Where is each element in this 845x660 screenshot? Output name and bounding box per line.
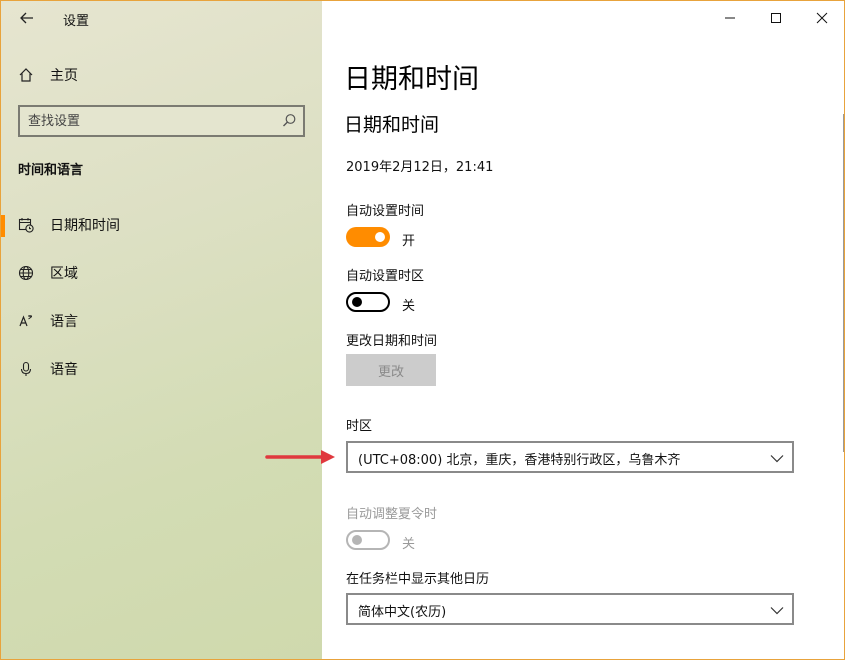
sidebar-item-language[interactable]: 语言 [1, 301, 322, 341]
home-icon [17, 66, 35, 84]
maximize-button[interactable] [761, 5, 791, 31]
auto-time-state: 开 [402, 234, 416, 249]
sidebar-item-datetime[interactable]: 日期和时间 [1, 205, 322, 245]
change-datetime-label: 更改日期和时间 [346, 334, 438, 349]
sidebar-item-label: 语言 [50, 314, 78, 330]
timezone-select[interactable]: (UTC+08:00) 北京，重庆，香港特别行政区，乌鲁木齐 [346, 441, 794, 473]
back-button[interactable] [13, 7, 41, 29]
search-input[interactable] [28, 112, 273, 130]
globe-icon [17, 264, 35, 282]
maximize-icon [771, 13, 781, 23]
dst-toggle[interactable] [346, 530, 390, 550]
chevron-down-icon [770, 607, 784, 615]
calendar-clock-icon [17, 216, 35, 234]
dst-label: 自动调整夏令时 [346, 507, 438, 522]
dst-state: 关 [402, 537, 416, 552]
app-title: 设置 [63, 14, 90, 29]
main-content: 日期和时间 日期和时间 2019年2月12日，21:41 自动设置时间 开 自动… [322, 1, 844, 659]
calendar-label: 在任务栏中显示其他日历 [346, 572, 490, 587]
sidebar: 设置 主页 时间和语言 日期和时间 [1, 1, 322, 659]
search-box[interactable] [18, 105, 305, 137]
auto-timezone-toggle[interactable] [346, 292, 390, 312]
search-icon[interactable] [280, 112, 298, 130]
sidebar-item-label: 语音 [50, 362, 78, 378]
calendar-select[interactable]: 简体中文(农历) [346, 593, 794, 625]
settings-window: 设置 主页 时间和语言 日期和时间 [0, 0, 845, 660]
current-datetime: 2019年2月12日，21:41 [346, 160, 494, 175]
chevron-down-icon [770, 455, 784, 463]
sidebar-item-home[interactable]: 主页 [1, 55, 322, 95]
sidebar-item-region[interactable]: 区域 [1, 253, 322, 293]
auto-time-label: 自动设置时间 [346, 204, 425, 219]
sidebar-item-label: 区域 [50, 266, 78, 282]
auto-timezone-label: 自动设置时区 [346, 269, 425, 284]
minimize-button[interactable] [715, 5, 745, 31]
calendar-value: 简体中文(农历) [358, 605, 447, 620]
close-button[interactable] [807, 5, 837, 31]
timezone-value: (UTC+08:00) 北京，重庆，香港特别行政区，乌鲁木齐 [358, 453, 681, 468]
sidebar-item-speech[interactable]: 语音 [1, 349, 322, 389]
language-icon [17, 312, 35, 330]
section-title: 时间和语言 [18, 163, 84, 178]
timezone-label: 时区 [346, 419, 373, 434]
back-arrow-icon [20, 12, 33, 24]
change-button[interactable]: 更改 [346, 354, 436, 386]
toggle-knob [352, 535, 362, 545]
sidebar-item-label: 主页 [50, 68, 78, 84]
toggle-knob [375, 232, 385, 242]
auto-timezone-state: 关 [402, 299, 416, 314]
toggle-knob [352, 297, 362, 307]
microphone-icon [17, 360, 35, 378]
auto-time-toggle[interactable] [346, 227, 390, 247]
minimize-icon [725, 17, 735, 19]
close-icon [816, 12, 828, 24]
section-heading: 日期和时间 [344, 114, 440, 136]
annotation-arrow-icon [265, 450, 335, 464]
page-title: 日期和时间 [344, 64, 479, 95]
sidebar-item-label: 日期和时间 [50, 218, 120, 234]
